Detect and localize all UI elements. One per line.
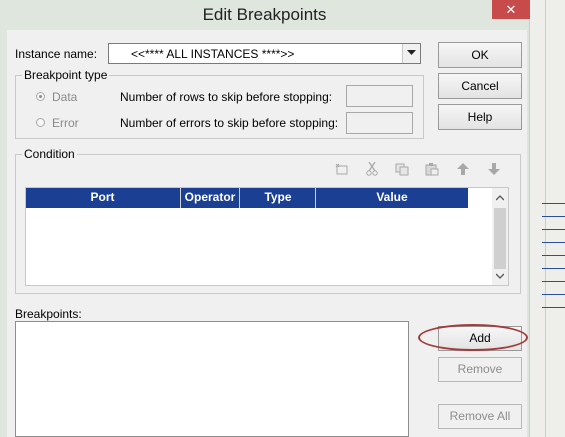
new-icon[interactable] xyxy=(334,163,350,177)
chevron-down-icon xyxy=(407,50,416,55)
cut-icon[interactable] xyxy=(364,161,380,176)
column-header-value[interactable]: Value xyxy=(316,190,468,204)
condition-table[interactable]: Port Operator Type Value xyxy=(25,187,509,286)
highlight-ring xyxy=(418,324,528,351)
scroll-down-icon[interactable] xyxy=(496,273,504,279)
rows-skip-label: Number of rows to skip before stopping: xyxy=(120,90,333,104)
background-tick xyxy=(542,229,565,230)
error-radio-label: Error xyxy=(52,116,79,130)
close-button[interactable]: ✕ xyxy=(492,0,530,19)
instance-name-select[interactable]: <<**** ALL INSTANCES ****>> xyxy=(108,43,421,64)
background-tick xyxy=(542,255,565,256)
background-window xyxy=(529,0,565,437)
background-tick xyxy=(542,203,565,204)
move-down-icon[interactable] xyxy=(486,163,502,177)
background-tick xyxy=(542,294,565,295)
new-row-icon xyxy=(335,163,348,175)
background-tick xyxy=(542,307,565,308)
instance-name-label: Instance name: xyxy=(15,47,98,61)
scrollbar-thumb[interactable] xyxy=(494,208,506,269)
copy-icon[interactable] xyxy=(394,163,410,177)
data-radio-label: Data xyxy=(52,90,78,104)
dropdown-button[interactable] xyxy=(402,44,420,63)
arrow-down-icon xyxy=(488,163,500,175)
dialog-title: Edit Breakpoints xyxy=(202,5,327,24)
background-divider xyxy=(545,0,546,437)
edit-breakpoints-dialog: Edit Breakpoints ✕ Instance name: <<****… xyxy=(0,0,530,437)
copy-pages-icon xyxy=(395,163,409,176)
instance-name-value: <<**** ALL INSTANCES ****>> xyxy=(131,47,295,61)
paste-icon[interactable] xyxy=(424,163,440,177)
breakpoints-list[interactable] xyxy=(15,321,409,437)
errors-skip-label: Number of errors to skip before stopping… xyxy=(120,116,339,130)
help-button[interactable]: Help xyxy=(438,104,522,130)
error-radio[interactable] xyxy=(36,118,45,127)
breakpoints-label: Breakpoints: xyxy=(15,307,82,321)
data-radio[interactable] xyxy=(36,92,45,101)
column-header-operator[interactable]: Operator xyxy=(181,190,239,204)
clipboard-icon xyxy=(425,163,439,176)
breakpoint-type-title: Breakpoint type xyxy=(22,68,110,82)
background-tick xyxy=(542,281,565,282)
arrow-up-icon xyxy=(457,163,469,175)
background-tick xyxy=(542,268,565,269)
close-icon: ✕ xyxy=(505,2,517,17)
column-header-type[interactable]: Type xyxy=(240,190,316,204)
background-tick xyxy=(542,242,565,243)
scroll-up-icon[interactable] xyxy=(496,195,504,201)
ok-button[interactable]: OK xyxy=(438,42,522,68)
remove-button[interactable]: Remove xyxy=(438,357,522,382)
remove-all-button[interactable]: Remove All xyxy=(438,404,522,429)
move-up-icon[interactable] xyxy=(455,163,471,177)
background-tick xyxy=(542,216,565,217)
condition-scrollbar[interactable] xyxy=(492,188,508,285)
column-header-port[interactable]: Port xyxy=(26,190,179,204)
errors-skip-input[interactable] xyxy=(346,112,413,134)
rows-skip-input[interactable] xyxy=(346,85,413,107)
condition-title: Condition xyxy=(22,147,77,161)
cancel-button[interactable]: Cancel xyxy=(438,73,522,99)
scissors-icon xyxy=(366,161,378,176)
